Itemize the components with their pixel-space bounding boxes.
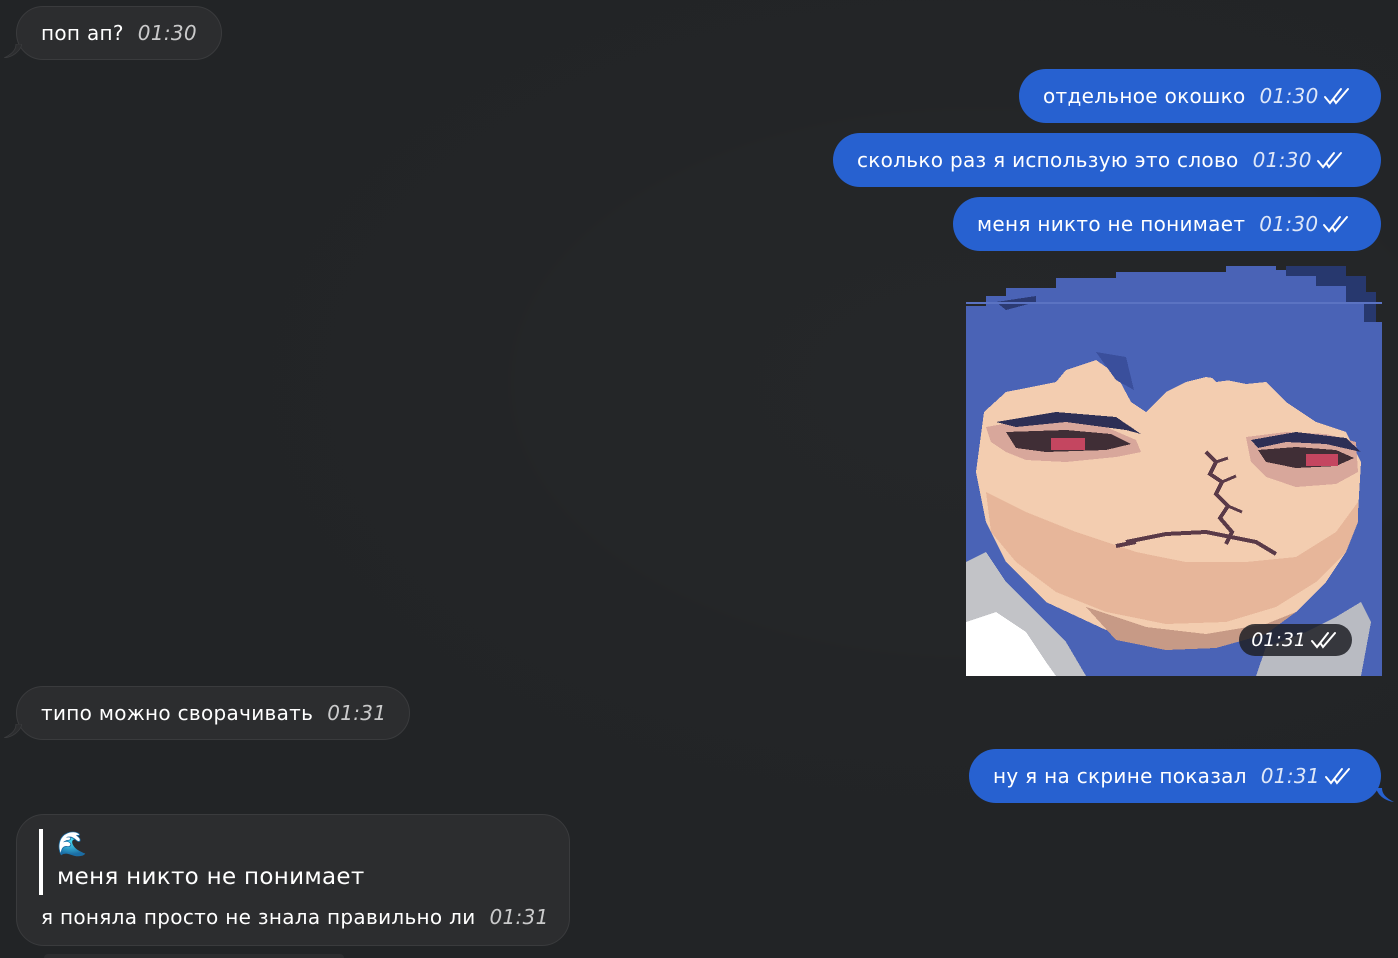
message-time: 01:31 xyxy=(1260,764,1320,788)
double-check-icon xyxy=(1323,216,1349,233)
chat-area[interactable]: поп ап? 01:30 отдельное окошко 01:30 ско… xyxy=(0,0,1398,958)
message-text: сколько раз я использую это слово xyxy=(857,148,1239,172)
message-incoming-reply[interactable]: 🌊 меня никто не понимает я поняла просто… xyxy=(16,814,570,946)
message-time: 01:30 xyxy=(137,21,197,45)
message-time: 01:30 xyxy=(1259,84,1319,108)
message-incoming[interactable]: поп ап? 01:30 xyxy=(16,6,222,60)
message-outgoing[interactable]: меня никто не понимает 01:30 xyxy=(953,197,1381,251)
sticker-time-badge: 01:31 xyxy=(1239,624,1352,656)
message-time: 01:31 xyxy=(489,905,549,929)
double-check-icon xyxy=(1323,88,1349,105)
message-time: 01:31 xyxy=(1251,629,1306,651)
message-outgoing[interactable]: ну я на скрине показал 01:31 xyxy=(969,749,1381,803)
sticker-message[interactable]: 01:31 xyxy=(966,262,1382,676)
message-text: типо можно сворачивать xyxy=(41,701,314,725)
next-message-edge xyxy=(44,954,344,958)
double-check-icon xyxy=(1324,768,1350,785)
bubble-tail xyxy=(4,44,22,58)
reply-quote-text: меня никто не понимает xyxy=(57,864,365,890)
message-text: поп ап? xyxy=(41,21,124,45)
double-check-icon xyxy=(1316,152,1342,169)
bubble-tail xyxy=(4,724,22,738)
wave-emoji-icon: 🌊 xyxy=(57,830,87,858)
message-outgoing[interactable]: отдельное окошко 01:30 xyxy=(1019,69,1381,123)
message-time: 01:30 xyxy=(1252,148,1312,172)
message-text: отдельное окошко xyxy=(1043,84,1246,108)
pixel-art-anime-face-sticker xyxy=(966,266,1382,676)
message-incoming[interactable]: типо можно сворачивать 01:31 xyxy=(16,686,410,740)
bubble-tail xyxy=(1376,788,1394,802)
reply-message-line: я поняла просто не знала правильно ли 01… xyxy=(41,905,549,929)
message-text: меня никто не понимает xyxy=(977,212,1246,236)
double-check-icon xyxy=(1311,632,1336,649)
message-text: я поняла просто не знала правильно ли xyxy=(41,905,476,929)
message-outgoing[interactable]: сколько раз я использую это слово 01:30 xyxy=(833,133,1381,187)
reply-quote[interactable]: 🌊 меня никто не понимает xyxy=(39,829,365,895)
message-time: 01:31 xyxy=(327,701,387,725)
message-time: 01:30 xyxy=(1259,212,1319,236)
message-text: ну я на скрине показал xyxy=(993,764,1247,788)
